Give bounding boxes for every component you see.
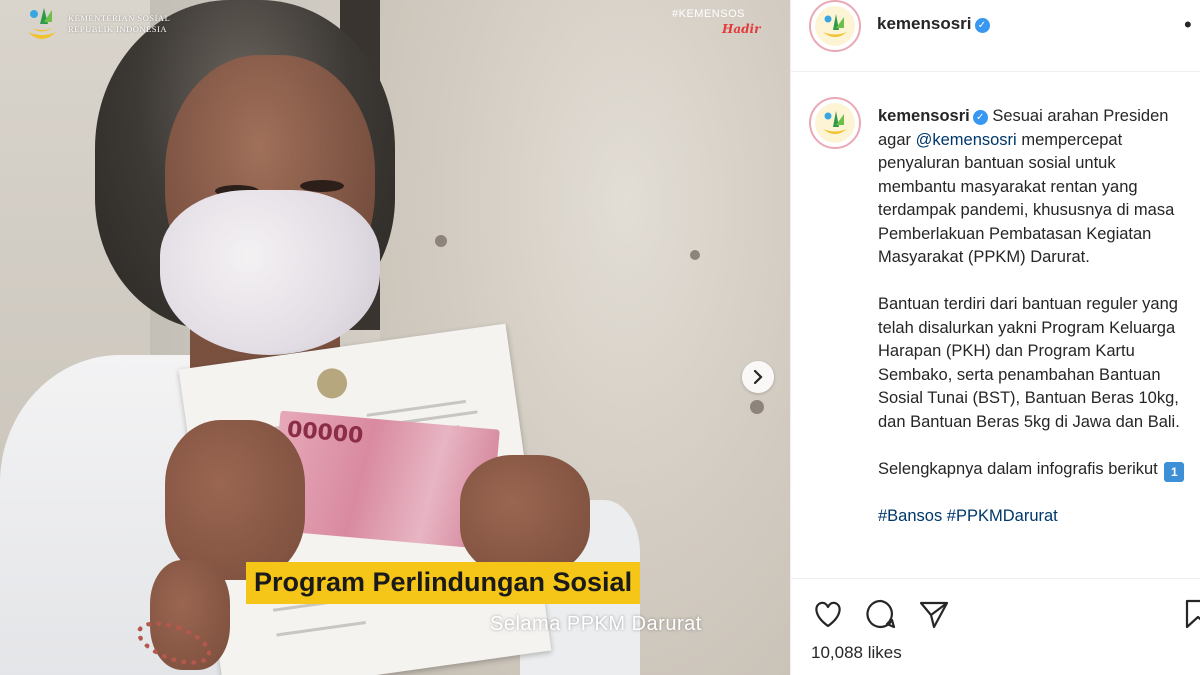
subheadline: Selama PPKM Darurat <box>490 613 702 635</box>
verified-badge-icon: ✓ <box>972 110 988 125</box>
watermark-hashtag: #KEMENSOS <box>672 8 745 20</box>
face-mask <box>160 190 380 355</box>
caption-paragraph-2: Bantuan terdiri dari bantuan reguler yan… <box>878 295 1180 431</box>
caption-avatar[interactable] <box>809 97 861 149</box>
kemensos-avatar-icon <box>823 14 847 37</box>
watermark-sign: Hadir <box>722 22 761 36</box>
caption-text: mempercepat penyaluran bantuan sosial un… <box>878 130 1175 267</box>
caption-paragraph-1: kemensosri ✓ Sesuai arahan Presiden agar … <box>878 105 1196 270</box>
keycap-one-icon: 1 <box>1164 461 1185 482</box>
chevron-right-icon[interactable] <box>742 361 774 393</box>
kemensos-avatar-icon <box>823 111 847 134</box>
brand-text: KEMENTERIAN SOSIAL REPUBLIK INDONESIA <box>68 13 170 35</box>
post-header: kemensosri ✓ • <box>791 0 1200 72</box>
brand-name: KEMENTERIAN SOSIAL <box>68 13 171 23</box>
more-options-icon[interactable]: • <box>1184 12 1193 38</box>
post-side-panel: kemensosri ✓ • kemensosri ✓ Sesuai arahan … <box>790 0 1200 675</box>
left-hand <box>165 420 305 580</box>
kemensos-logo-icon <box>22 2 62 46</box>
garuda-emblem-icon <box>315 366 349 401</box>
brand-subtitle: REPUBLIK INDONESIA <box>68 24 167 34</box>
caption-hashtags[interactable]: #Bansos #PPKMDarurat <box>878 505 1196 529</box>
caption-text: Selengkapnya dalam infografis berikut <box>878 459 1158 478</box>
caption-paragraph-3: Selengkapnya dalam infografis berikut 1 <box>878 458 1196 482</box>
header-username-text[interactable]: kemensosri <box>877 14 972 33</box>
right-hand <box>460 455 590 575</box>
post-image[interactable]: 00000 KEMENTERIAN SOSIAL REPUBLIK INDONE… <box>0 0 790 675</box>
caption-mention-link[interactable]: @kemensosri <box>916 131 1017 149</box>
heart-icon[interactable] <box>811 597 845 631</box>
post-actions: 10,088 likes <box>791 578 1200 675</box>
banknote-digits: 00000 <box>285 417 365 449</box>
headline-banner: Program Perlindungan Sosial <box>246 562 641 604</box>
avatar[interactable] <box>809 0 861 52</box>
verified-badge-icon: ✓ <box>974 18 990 33</box>
caption-username[interactable]: kemensosri <box>878 107 970 125</box>
comment-icon[interactable] <box>864 597 898 631</box>
bookmark-icon[interactable] <box>1181 597 1200 631</box>
share-icon[interactable] <box>917 597 951 631</box>
likes-count[interactable]: 10,088 likes <box>811 643 902 663</box>
header-username[interactable]: kemensosri ✓ <box>877 14 990 34</box>
post-caption: kemensosri ✓ Sesuai arahan Presiden agar … <box>878 105 1196 552</box>
